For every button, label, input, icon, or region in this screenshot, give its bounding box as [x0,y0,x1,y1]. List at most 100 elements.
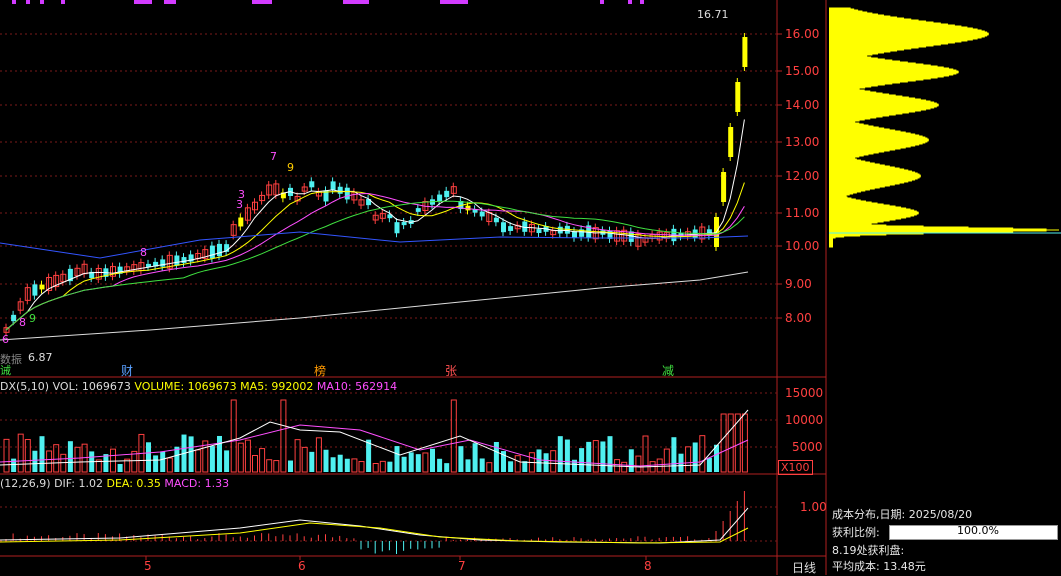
volume-bars [0,399,749,473]
volume-bar [600,441,606,472]
volume-bar [337,454,343,472]
price-tick: 11.00 [785,206,820,220]
event-marker-ranking[interactable]: 榜 [314,362,326,379]
volume-bar [663,448,670,473]
event-marker-reduce[interactable]: 减 [662,362,674,379]
macd-header: (12,26,9) DIF: 1.02 DEA: 0.35 MACD: 1.33 [0,477,229,490]
candle-body [728,127,734,157]
event-marker[interactable]: 诫 [0,362,11,378]
volume-bar [394,446,400,472]
volume-bar [224,450,230,472]
volume-bar [486,462,493,473]
volume-bar [621,461,628,473]
volume-bar [110,448,116,473]
volume-bar [656,458,663,473]
candle-body [444,190,450,198]
candle-label: 8 [140,246,147,259]
candle-body [536,229,542,234]
volume-bar [720,413,727,473]
volume-bar [259,448,266,473]
volume-bar [514,455,521,473]
candle-body [501,222,506,233]
volume-bar [536,449,542,472]
volume-bar [117,463,123,472]
volume-tick: 15000 [785,386,824,400]
volume-bar [372,462,379,473]
volume-bar [628,449,634,472]
macd-name: (12,26,9) [0,477,51,490]
volume-bar [17,433,24,473]
volume-bar [74,446,81,473]
candle-body [39,284,45,290]
event-marker-finance[interactable]: 财 [121,362,133,379]
candle-body [11,314,17,322]
candle-body [174,255,180,266]
ma10-value: MA10: 562914 [316,380,398,393]
profit-ratio-label: 获利比例: [832,526,880,539]
candle-body [394,222,400,234]
ma-line-annual [0,271,749,341]
candle-label: 8 [19,316,26,329]
candle-body [344,187,350,200]
volume-bar [579,448,585,472]
volume-bar [209,446,215,472]
volume-bar [351,458,358,473]
month-label: 8 [644,559,652,573]
volume-bar [415,454,421,472]
volume-bar [706,457,712,472]
month-label: 5 [144,559,152,573]
volume-bar [252,455,258,473]
price-tick: 13.00 [785,135,820,149]
volume-bar [153,455,159,472]
volume-bar [266,459,273,473]
volume-bar [294,439,301,473]
dea-value: DEA: 0.35 [106,477,161,490]
profit-line: 8.19处获利盘: [832,544,905,557]
volume-bar [160,451,166,472]
candle-body [217,243,222,257]
volume-bar [401,456,407,472]
event-marker-limit[interactable]: 张 [445,362,457,379]
volume-bar [479,458,485,472]
candle-body [628,231,634,242]
volume-bar [103,454,109,472]
volume-indicator-name: DX(5,10) [0,380,50,393]
volume-bar [592,440,599,473]
volume-bar [166,457,173,473]
candle-body [465,205,471,211]
candle-body [735,82,741,112]
volume-bar [67,441,73,472]
price-tick: 10.00 [785,239,820,253]
volume-bar [195,449,202,473]
price-ma-lines [0,119,749,341]
candle-label: 9 [29,312,36,325]
volume-bar [24,439,31,473]
dif-line [0,507,749,544]
volume-bar [344,458,350,472]
volume-bar [146,442,151,472]
candle-label: 9 [287,161,294,174]
volume-bar [46,450,53,473]
price-tick: 9.00 [785,277,812,291]
candle-body [415,208,421,212]
volume-bar [508,461,514,472]
volume-tick: 10000 [785,413,824,427]
volume-bar [188,436,194,472]
low-price-label: 6.87 [28,351,53,364]
volume-bar [422,452,429,473]
volume-bar [288,460,293,472]
period-button[interactable]: 日线 [792,559,816,576]
candle-body [493,217,499,223]
ma-line [5,119,745,331]
candle-body [238,217,244,227]
macd-histogram [0,491,749,554]
volume-bar [301,446,308,473]
volume-bar [366,439,372,472]
candle-body [209,245,215,259]
volume-bar [430,448,435,472]
month-label: 7 [458,559,466,573]
volume-bar [32,450,38,472]
volume-header: DX(5,10) VOL: 1069673 VOLUME: 1069673 MA… [0,380,397,393]
volume-bar [39,436,45,472]
volume-bar [450,399,457,473]
